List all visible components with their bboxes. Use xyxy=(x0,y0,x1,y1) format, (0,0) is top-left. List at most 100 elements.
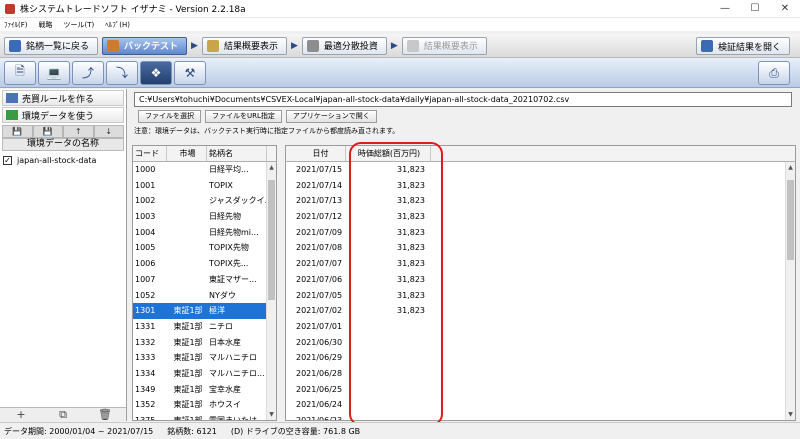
header-market-cap[interactable]: 時価総額(百万円) xyxy=(346,146,431,161)
copy-icon[interactable]: ⧉ xyxy=(42,408,84,421)
close-icon[interactable]: ✕ xyxy=(770,0,800,18)
wrench-icon: ⚒ xyxy=(184,65,196,80)
header-name[interactable]: 銘柄名 xyxy=(207,146,267,161)
table-row[interactable]: 2021/07/07 31,823 xyxy=(286,256,795,272)
market-cap-cell xyxy=(346,382,431,398)
menu-help[interactable]: ﾍﾙﾌﾟ(H) xyxy=(105,20,130,30)
scroll-down-icon[interactable]: ▼ xyxy=(267,411,276,420)
table-row[interactable]: 1052 NYダウ xyxy=(133,288,276,304)
file-url-button[interactable]: ファイルをURL指定 xyxy=(205,110,282,123)
tab-result-summary[interactable]: 結果概要表示 xyxy=(201,36,287,55)
use-env-data-button[interactable]: 環境データを使う xyxy=(2,107,124,123)
table-row[interactable]: 2021/06/25 xyxy=(286,382,795,398)
menu-strategy[interactable]: 戦略 xyxy=(39,20,53,30)
scroll-thumb[interactable] xyxy=(268,180,275,300)
env-data-item[interactable]: ✓ japan-all-stock-data xyxy=(3,153,123,167)
table-row[interactable]: 1352 東証1部 ホウスイ xyxy=(133,397,276,413)
minimize-icon[interactable]: — xyxy=(710,0,740,18)
tab-optimal-distribution[interactable]: 最適分散投資 xyxy=(301,36,387,55)
table-row[interactable]: 2021/07/01 xyxy=(286,319,795,335)
create-rule-button[interactable]: 売買ルールを作る xyxy=(2,90,124,106)
table-row[interactable]: 1332 東証1部 日本水産 xyxy=(133,335,276,351)
header-code[interactable]: コード xyxy=(133,146,167,161)
table-row[interactable]: 2021/07/09 31,823 xyxy=(286,225,795,241)
header-market[interactable]: 市場 xyxy=(167,146,207,161)
code-cell: 1003 xyxy=(135,212,156,222)
table-row[interactable]: 2021/06/23 xyxy=(286,413,795,420)
table-row[interactable]: 1349 東証1部 宝幸水産 xyxy=(133,382,276,398)
market-cap-cell: 31,823 xyxy=(397,227,425,237)
table-row[interactable]: 2021/07/13 31,823 xyxy=(286,193,795,209)
table-row[interactable]: 1301 東証1部 極洋 xyxy=(133,303,276,319)
import-button[interactable]: ⤵ xyxy=(106,60,138,85)
file-path-field[interactable]: C:¥Users¥tohuchi¥Documents¥CSVEX-Local¥j… xyxy=(134,92,792,107)
market-cap-cell xyxy=(346,413,431,420)
table-row[interactable]: 2021/07/05 31,823 xyxy=(286,288,795,304)
table-row[interactable]: 1001 TOPIX xyxy=(133,178,276,194)
checkbox[interactable]: ✓ xyxy=(3,155,12,165)
trash-icon[interactable]: 🗑 xyxy=(84,408,126,421)
scroll-thumb[interactable] xyxy=(787,180,794,260)
table-row[interactable]: 1331 東証1部 ニチロ xyxy=(133,319,276,335)
new-file-button[interactable]: 🗎 xyxy=(4,60,36,85)
table-row[interactable]: 1004 日経先物mi... xyxy=(133,225,276,241)
open-with-app-button[interactable]: アプリケーションで開く xyxy=(285,110,377,123)
market-cell xyxy=(167,272,207,288)
grid-icon xyxy=(306,39,319,52)
print-button[interactable]: ⎙ xyxy=(758,61,790,85)
scroll-up-icon[interactable]: ▲ xyxy=(786,164,795,173)
table-row[interactable]: 2021/06/29 xyxy=(286,350,795,366)
table-row[interactable]: 2021/07/08 31,823 xyxy=(286,240,795,256)
date-cell: 2021/06/29 xyxy=(296,353,343,363)
settings-button[interactable]: ⚒ xyxy=(174,60,206,85)
table-row[interactable]: 2021/07/12 31,823 xyxy=(286,209,795,225)
menu-tools[interactable]: ツール(T) xyxy=(64,20,95,30)
table-row[interactable]: 2021/06/24 xyxy=(286,397,795,413)
table-row[interactable]: 1333 東証1部 マルハニチロ xyxy=(133,350,276,366)
table-row[interactable]: 1000 日経平均... xyxy=(133,162,276,178)
export-button[interactable]: ⤴ xyxy=(72,60,104,85)
date-cell: 2021/07/02 xyxy=(296,306,343,316)
table-row[interactable]: 2021/07/02 31,823 xyxy=(286,303,795,319)
table-row[interactable]: 2021/07/14 31,823 xyxy=(286,178,795,194)
date-cell: 2021/07/05 xyxy=(296,290,343,300)
table-row[interactable]: 1334 東証1部 マルハニチロ... xyxy=(133,366,276,382)
menu-file[interactable]: ﾌｧｲﾙ(F) xyxy=(4,20,28,30)
move-up-icon[interactable]: ↑ xyxy=(63,125,94,138)
save-icon[interactable]: 💾 xyxy=(2,125,33,138)
stock-table-scrollbar[interactable]: ▲ ▼ xyxy=(266,162,276,420)
table-row[interactable]: 2021/06/30 xyxy=(286,335,795,351)
table-row[interactable]: 1006 TOPIX先... xyxy=(133,256,276,272)
maximize-icon[interactable]: ☐ xyxy=(740,0,770,18)
tab-backtest[interactable]: バックテスト xyxy=(102,36,188,55)
tab-label: バックテスト xyxy=(124,42,179,52)
select-file-button[interactable]: ファイルを選択 xyxy=(138,110,201,123)
add-icon[interactable]: + xyxy=(0,408,42,421)
window-controls: — ☐ ✕ xyxy=(710,0,800,18)
open-verification-result-button[interactable]: 検証結果を開く xyxy=(695,37,790,55)
data-table-scrollbar[interactable]: ▲ ▼ xyxy=(785,162,795,420)
status-period: データ期間: 2000/01/04 ~ 2021/07/15 xyxy=(4,426,154,436)
app-icon xyxy=(5,3,15,14)
code-cell: 1334 xyxy=(135,368,156,378)
move-down-icon[interactable]: ↓ xyxy=(93,125,124,138)
status-count: 銘柄数: 6121 xyxy=(167,426,217,436)
stock-table-body: 1000 日経平均... 1001 TOPIX 1002 ジャスダックイ... 1003 日経… xyxy=(133,162,276,420)
table-row[interactable]: 2021/07/15 31,823 xyxy=(286,162,795,178)
printer-icon: ⎙ xyxy=(769,65,779,80)
run-backtest-button[interactable]: 💻 xyxy=(38,60,70,85)
table-row[interactable]: 1375 東証1部 雪国まいたけ xyxy=(133,413,276,420)
scroll-down-icon[interactable]: ▼ xyxy=(786,411,795,420)
table-row[interactable]: 2021/07/06 31,823 xyxy=(286,272,795,288)
tab-stock-list[interactable]: 銘柄一覧に戻る xyxy=(4,36,99,55)
table-row[interactable]: 2021/06/28 xyxy=(286,366,795,382)
header-date[interactable]: 日付 xyxy=(286,146,346,161)
table-row[interactable]: 1003 日経先物 xyxy=(133,209,276,225)
market-cell xyxy=(167,193,207,209)
tool-button[interactable]: ❖ xyxy=(140,60,172,85)
save-as-icon[interactable]: 💾 xyxy=(32,125,63,138)
table-row[interactable]: 1007 東証マザー... xyxy=(133,272,276,288)
scroll-up-icon[interactable]: ▲ xyxy=(267,164,276,173)
table-row[interactable]: 1002 ジャスダックイ... xyxy=(133,193,276,209)
table-row[interactable]: 1005 TOPIX先物 xyxy=(133,240,276,256)
